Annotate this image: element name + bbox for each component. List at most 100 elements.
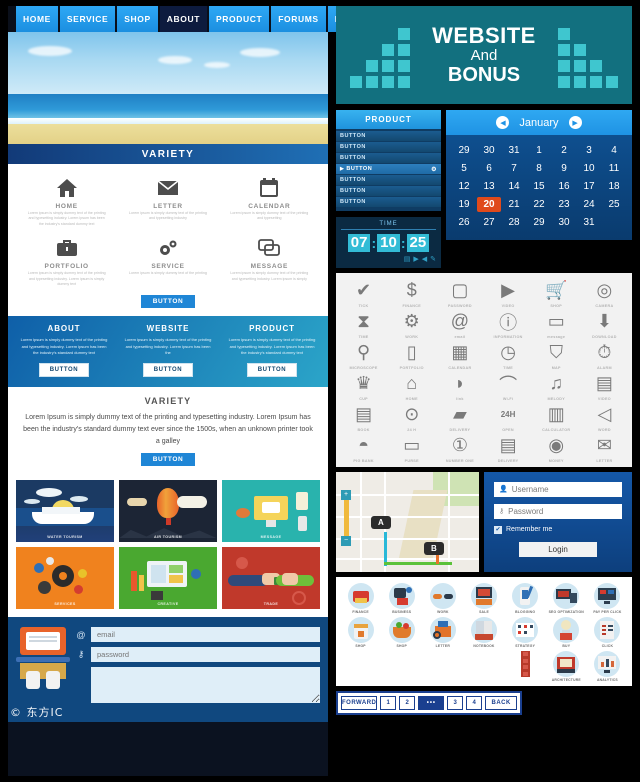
map-zoom-control[interactable]: + − [341,489,351,546]
tile-air-tourism[interactable]: AIR TOURISM [119,480,217,543]
icon-cell-password[interactable]: ▢ PASSWORD [436,279,483,308]
calendar-day[interactable]: 21 [502,197,526,212]
nav-item-service[interactable]: SERVICE [59,6,116,32]
icon-cell-word[interactable]: ◁ WORD [581,403,628,432]
icon-cell-email[interactable]: @ email [436,310,483,339]
calendar-day[interactable]: 13 [477,179,501,194]
message-textarea[interactable] [91,667,320,704]
icon-cell-cup[interactable]: ♛ CUP [340,372,387,401]
calendar-day[interactable]: 11 [602,161,626,176]
pagination-page-2[interactable]: 2 [399,695,416,710]
icon-cell-calculator[interactable]: ▥ CALCULATOR [533,403,580,432]
zoom-slider-track[interactable] [343,499,349,536]
column-button-about[interactable]: BUTTON [38,362,90,377]
icon-cell-video-2[interactable]: ▤ VIDEO [581,372,628,401]
product-menu-item[interactable]: BUTTON [336,142,441,152]
pagination-forward-button[interactable]: FORWARD [341,695,378,710]
product-menu-item[interactable]: BUTTON [336,197,441,207]
password-field[interactable] [91,647,320,663]
feature-message[interactable]: MESSAGE Lorem ipsum is simply dummy text… [221,232,318,290]
circle-icon-letter[interactable]: LETTER [423,616,462,648]
icon-cell-work[interactable]: ⚙ WORK [388,310,435,339]
icon-cell-open[interactable]: 24H OPEN [485,403,532,432]
nav-item-about[interactable]: ABOUT [159,6,208,32]
circle-icon-sale[interactable]: SALE [464,582,503,614]
calendar-day[interactable]: 14 [502,179,526,194]
icon-cell-wifi[interactable]: ⌒ Wi-Fi [485,372,532,401]
calendar-day[interactable]: 17 [577,179,601,194]
calendar-day[interactable]: 31 [502,143,526,158]
calendar-day[interactable]: 24 [577,197,601,212]
tile-creative[interactable]: CREATIVE [119,547,217,610]
icon-cell-calendar[interactable]: ▦ CALENDAR [436,341,483,370]
icon-cell-delivery[interactable]: ▰ DELIVERY [436,403,483,432]
nav-item-product[interactable]: PRODUCT [209,6,270,32]
icon-cell-clock[interactable]: ◷ TIME [485,341,532,370]
calendar-day[interactable]: 15 [527,179,551,194]
pagination-back-button[interactable]: BACK [485,695,517,710]
calendar-day[interactable]: 4 [602,143,626,158]
circle-icon-business[interactable]: BUSINESS [382,582,421,614]
icon-cell-shop[interactable]: 🛒 SHOP [533,279,580,308]
icon-cell-video[interactable]: ▶ VIDEO [485,279,532,308]
icon-cell-information[interactable]: ⓘ INFORMATION [485,310,532,339]
password-input[interactable]: Password [508,507,543,516]
calendar-day[interactable]: 5 [452,161,476,176]
circle-icon-strategy[interactable]: STRATEGY [506,616,545,648]
calendar-day[interactable]: 22 [527,197,551,212]
calendar-day[interactable]: 2 [552,143,576,158]
variety-text-button[interactable]: BUTTON [140,453,196,467]
chevron-left-icon[interactable]: ◀ [496,116,510,129]
chevron-right-icon[interactable]: ▶ [568,116,582,129]
play-icon[interactable]: ▶ [413,255,418,263]
pagination-page-3[interactable]: 3 [447,695,464,710]
remember-me-row[interactable]: ✔ Remember me [494,525,622,534]
calendar-day[interactable]: 10 [577,161,601,176]
calendar-day[interactable]: 27 [477,215,501,230]
icon-cell-map[interactable]: ⛉ MAP [533,341,580,370]
calendar-day[interactable]: 12 [452,179,476,194]
login-button[interactable]: Login [519,541,597,557]
circle-icon-shop-1[interactable]: SHOP [341,616,380,648]
icon-cell-delivery-truck[interactable]: ▤ DELIVERY [485,434,532,463]
zoom-out-button[interactable]: − [341,535,351,546]
password-row[interactable]: ⚷ Password [494,503,622,519]
calendar-day[interactable]: 7 [502,161,526,176]
calendar-day[interactable]: 1 [527,143,551,158]
calendar-day[interactable]: 30 [552,215,576,230]
icon-cell-finance[interactable]: $ FINANCE [388,279,435,308]
icon-cell-microscope[interactable]: ⚲ MICROSCOPE [340,341,387,370]
pagination-page-1[interactable]: 1 [380,695,397,710]
remember-me-checkbox[interactable]: ✔ [494,525,502,534]
circle-icon-analytics[interactable]: ANALYTICS [588,650,627,682]
product-menu-item-active[interactable]: ▶ BUTTON ⚙ [336,164,441,174]
map-pin-a[interactable]: A [371,515,391,529]
zoom-in-button[interactable]: + [341,489,351,500]
icon-cell-24h[interactable]: ⊙ 24 H [388,403,435,432]
email-field[interactable] [91,627,320,643]
calendar-day[interactable]: 23 [552,197,576,212]
column-button-product[interactable]: BUTTON [246,362,298,377]
icon-cell-money[interactable]: ◉ MONEY [533,434,580,463]
circle-icon-notebook[interactable]: NOTEBOOK [464,616,503,648]
nav-item-shop[interactable]: SHOP [117,6,158,32]
circle-icon-click[interactable]: CLICK [588,616,627,648]
tile-services[interactable]: SERVICES [16,547,114,610]
username-input[interactable]: Username [512,485,549,494]
icon-cell-camera[interactable]: ◎ CAMERA [581,279,628,308]
icon-cell-message[interactable]: ▭ message [533,310,580,339]
icon-cell-home[interactable]: ⌂ HOME [388,372,435,401]
calendar-day[interactable]: 30 [477,143,501,158]
features-button[interactable]: BUTTON [140,295,196,309]
product-menu-item[interactable]: BUTTON [336,175,441,185]
circle-icon-shop-2[interactable]: SHOP [382,616,421,648]
feature-portfolio[interactable]: PORTFOLIO Lorem ipsum is simply dummy te… [18,232,115,290]
calendar-day[interactable]: 28 [502,215,526,230]
calendar-day[interactable]: 9 [552,161,576,176]
icon-cell-portfolio[interactable]: ▯ PORTFOLIO [388,341,435,370]
icon-cell-alarm[interactable]: ⏱ ALARM [581,341,628,370]
feature-service[interactable]: SERVICE Lorem ipsum is simply dummy text… [119,232,216,290]
rewind-icon[interactable]: ◀ [422,255,427,263]
nav-item-forums[interactable]: FORUMS [271,6,326,32]
wrench-icon[interactable]: ✎ [430,255,436,263]
